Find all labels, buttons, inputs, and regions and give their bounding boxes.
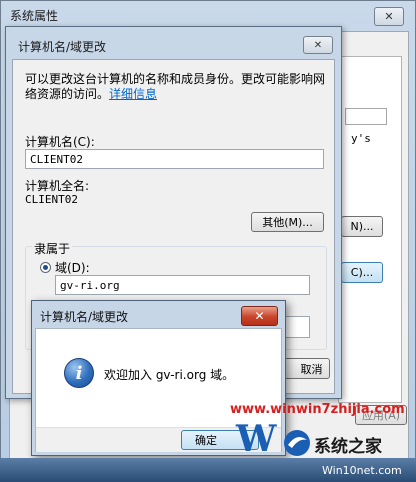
system-properties-close-button[interactable]: ✕ bbox=[374, 7, 404, 26]
close-icon: ✕ bbox=[313, 39, 323, 51]
welcome-message: 欢迎加入 gv-ri.org 域。 bbox=[104, 368, 235, 382]
radio-selected-dot bbox=[43, 265, 48, 270]
network-id-button[interactable]: N)... bbox=[341, 216, 383, 237]
full-name-label: 计算机全名: bbox=[25, 179, 90, 193]
change-button[interactable]: C)... bbox=[341, 262, 383, 283]
details-link[interactable]: 详细信息 bbox=[109, 85, 157, 102]
member-of-label: 隶属于 bbox=[32, 240, 73, 257]
close-icon: ✕ bbox=[254, 309, 265, 323]
computer-name-value: CLIENT02 bbox=[30, 153, 83, 166]
computer-name-input[interactable]: CLIENT02 bbox=[25, 149, 324, 169]
watermark-url: www.winwin7zhijia.com bbox=[230, 402, 405, 417]
watermark-logo-icon bbox=[282, 428, 312, 458]
full-name-value: CLIENT02 bbox=[25, 193, 78, 206]
info-icon: i bbox=[64, 358, 94, 388]
watermark-site-name: 系统之家 bbox=[314, 437, 382, 457]
watermark-brand-letter: W bbox=[236, 418, 277, 460]
computer-name-label: 计算机名(C): bbox=[25, 135, 95, 149]
domain-value: gv-ri.org bbox=[60, 279, 120, 292]
workgroup-text-fragment: y's bbox=[351, 132, 371, 145]
computer-name-dialog-title: 计算机名/域更改 bbox=[18, 40, 107, 54]
domain-input[interactable]: gv-ri.org bbox=[55, 275, 310, 295]
more-button[interactable]: 其他(M)... bbox=[251, 212, 324, 232]
welcome-dialog-title: 计算机名/域更改 bbox=[40, 310, 129, 324]
system-properties-title: 系统属性 bbox=[10, 9, 59, 23]
watermark-site-url: Win10net.com bbox=[322, 464, 402, 477]
close-icon: ✕ bbox=[384, 10, 394, 23]
intro-text-line2: 络资源的访问。 bbox=[25, 87, 110, 101]
welcome-dialog-close-button[interactable]: ✕ bbox=[241, 306, 278, 326]
computer-description-field[interactable] bbox=[345, 108, 387, 125]
computer-name-dialog-close-button[interactable]: ✕ bbox=[303, 36, 333, 54]
domain-radio-label: 域(D): bbox=[55, 261, 90, 275]
domain-radio[interactable] bbox=[40, 262, 51, 273]
